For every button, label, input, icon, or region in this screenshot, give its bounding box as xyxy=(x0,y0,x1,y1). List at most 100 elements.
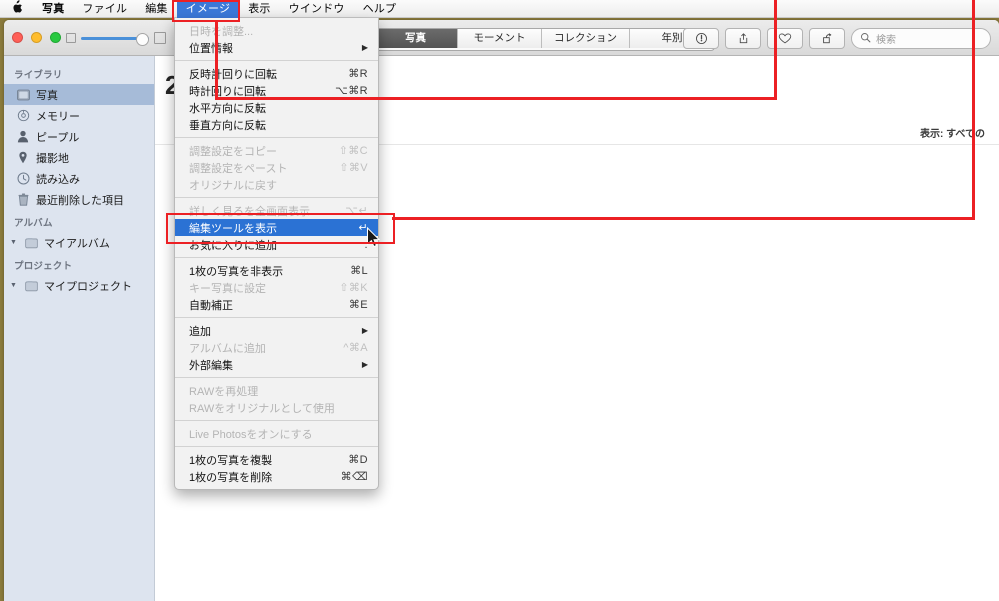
search-field[interactable]: 検索 xyxy=(851,28,991,49)
info-icon xyxy=(695,32,708,45)
menu-item-4[interactable]: 時計回りに回転 ⌥⌘R xyxy=(175,82,378,99)
menubar-item-2[interactable]: 編集 xyxy=(136,0,176,18)
menubar-item-label: ファイル xyxy=(82,2,128,15)
sidebar-section-header: ライブラリ xyxy=(14,70,63,81)
rotate-icon xyxy=(821,32,834,45)
info-button[interactable] xyxy=(683,28,719,49)
window-traffic-lights[interactable] xyxy=(12,32,61,43)
menu-item-label: お気に入りに追加 xyxy=(189,239,277,252)
sidebar-item-0-2[interactable]: ピープル xyxy=(4,126,154,147)
menu-item-30[interactable]: 1枚の写真を削除 ⌘⌫ xyxy=(175,468,378,485)
sidebar-item-0-4[interactable]: 読み込み xyxy=(4,168,154,189)
menu-item-1[interactable]: 位置情報 ▶ xyxy=(175,39,378,56)
favorite-button[interactable] xyxy=(767,28,803,49)
submenu-arrow-icon: ▶ xyxy=(361,43,368,52)
menu-item-shortcut: ↵ xyxy=(358,222,368,234)
zoom-out-small-icon xyxy=(66,33,76,43)
menubar-item-0[interactable]: 写真 xyxy=(33,0,73,18)
thumbnail-zoom-slider[interactable] xyxy=(66,31,166,46)
segment-2[interactable]: コレクション xyxy=(542,29,630,48)
sidebar-item-0-0[interactable]: 写真 xyxy=(4,84,154,105)
menu-item-24: RAWを再処理 xyxy=(175,382,378,399)
segment-1[interactable]: モーメント xyxy=(458,29,542,48)
menu-item-29[interactable]: 1枚の写真を複製 ⌘D xyxy=(175,451,378,468)
image-dropdown-menu: 日時を調整... 位置情報 ▶ 反時計回りに回転 ⌘R 時計回りに回転 ⌥⌘R 水平方向に反転… xyxy=(174,18,379,490)
menu-item-21: アルバムに追加 ^⌘A xyxy=(175,339,378,356)
disclosure-triangle-icon[interactable]: ▼ xyxy=(10,282,19,289)
menubar-item-label: 写真 xyxy=(42,2,65,15)
menu-item-label: 調整設定をコピー xyxy=(189,145,277,158)
menu-item-18[interactable]: 自動補正 ⌘E xyxy=(175,296,378,313)
submenu-arrow-icon: ▶ xyxy=(361,360,368,369)
share-button[interactable] xyxy=(725,28,761,49)
menu-separator xyxy=(175,257,378,258)
menu-item-shortcut: ⇧⌘C xyxy=(338,145,368,157)
menu-item-20[interactable]: 追加 ▶ xyxy=(175,322,378,339)
apple-logo-icon[interactable] xyxy=(9,0,33,18)
menu-item-22[interactable]: 外部編集 ▶ xyxy=(175,356,378,373)
menubar-item-label: 編集 xyxy=(145,2,168,15)
photos-app-window: 写真 モーメント コレクション 年別 検索 ライブラリ 写真 メモリー ピープル… xyxy=(4,20,999,601)
sidebar-item-label: メモリー xyxy=(36,110,80,123)
menu-item-3[interactable]: 反時計回りに回転 ⌘R xyxy=(175,65,378,82)
menu-item-17: キー写真に設定 ⇧⌘K xyxy=(175,279,378,296)
sidebar-item-label: 撮影地 xyxy=(36,152,69,165)
menu-item-label: 詳しく見るを全画面表示 xyxy=(189,205,310,218)
folder-icon xyxy=(24,236,38,250)
menu-item-9: 調整設定をペースト ⇧⌘V xyxy=(175,159,378,176)
disclosure-triangle-icon[interactable]: ▼ xyxy=(10,239,19,246)
menu-item-shortcut: ⇧⌘K xyxy=(339,282,368,294)
menu-item-10: オリジナルに戻す xyxy=(175,176,378,193)
menu-item-shortcut: ⇧⌘V xyxy=(339,162,368,174)
menubar-item-4[interactable]: 表示 xyxy=(239,0,279,18)
search-input-placeholder[interactable]: 検索 xyxy=(876,31,896,46)
menu-item-label: 1枚の写真を非表示 xyxy=(189,265,284,278)
zoom-slider-knob[interactable] xyxy=(136,32,149,46)
segment-0[interactable]: 写真 xyxy=(374,29,458,48)
menubar-item-label: ヘルプ xyxy=(362,2,397,15)
maximize-window-button[interactable] xyxy=(50,32,61,43)
sidebar-item-2-0[interactable]: ▼ マイプロジェクト xyxy=(4,275,154,296)
menubar-item-3[interactable]: イメージ xyxy=(176,0,240,18)
menu-item-shortcut: ⌘R xyxy=(348,68,368,80)
sidebar-item-label: 写真 xyxy=(36,89,58,102)
zoom-slider-track[interactable] xyxy=(81,32,149,46)
menu-item-16[interactable]: 1枚の写真を非表示 ⌘L xyxy=(175,262,378,279)
menu-item-label: 追加 xyxy=(189,325,211,338)
sidebar-item-0-5[interactable]: 最近削除した項目 xyxy=(4,189,154,210)
menu-item-27: Live Photosをオンにする xyxy=(175,425,378,442)
menu-item-label: 位置情報 xyxy=(189,42,233,55)
menu-item-label: 自動補正 xyxy=(189,299,233,312)
sidebar-section-header: アルバム xyxy=(14,218,53,229)
view-mode-segmented-control[interactable]: 写真 モーメント コレクション 年別 xyxy=(373,28,715,51)
close-window-button[interactable] xyxy=(12,32,23,43)
import-clock-icon xyxy=(16,172,30,186)
favorite-heart-icon xyxy=(778,32,792,45)
menu-item-6[interactable]: 垂直方向に反転 xyxy=(175,116,378,133)
sidebar-item-0-1[interactable]: メモリー xyxy=(4,105,154,126)
sidebar-item-label: 最近削除した項目 xyxy=(36,194,124,207)
menu-item-0: 日時を調整... xyxy=(175,22,378,39)
menu-item-5[interactable]: 水平方向に反転 xyxy=(175,99,378,116)
sidebar-item-label: 読み込み xyxy=(36,173,80,186)
menu-item-shortcut: ⌥↵ xyxy=(345,205,368,217)
menubar-item-6[interactable]: ヘルプ xyxy=(354,0,406,18)
menu-item-label: RAWをオリジナルとして使用 xyxy=(189,402,335,415)
menubar-item-1[interactable]: ファイル xyxy=(73,0,136,18)
search-icon xyxy=(860,32,871,46)
menu-item-14[interactable]: お気に入りに追加. xyxy=(175,236,378,253)
zoom-in-large-icon xyxy=(154,32,166,44)
menubar-item-5[interactable]: ウインドウ xyxy=(280,0,354,18)
sidebar-item-0-3[interactable]: 撮影地 xyxy=(4,147,154,168)
segment-label: 年別 xyxy=(661,32,683,44)
menu-item-label: 時計回りに回転 xyxy=(189,85,266,98)
sidebar-item-1-0[interactable]: ▼ マイアルバム xyxy=(4,232,154,253)
menu-item-13[interactable]: 編集ツールを表示 ↵ xyxy=(175,219,378,236)
rotate-button[interactable] xyxy=(809,28,845,49)
window-toolbar: 写真 モーメント コレクション 年別 検索 xyxy=(4,20,999,56)
menu-item-label: アルバムに追加 xyxy=(189,342,266,355)
minimize-window-button[interactable] xyxy=(31,32,42,43)
segment-label: コレクション xyxy=(554,32,617,44)
menu-separator xyxy=(175,420,378,421)
menu-item-label: 1枚の写真を複製 xyxy=(189,454,273,467)
